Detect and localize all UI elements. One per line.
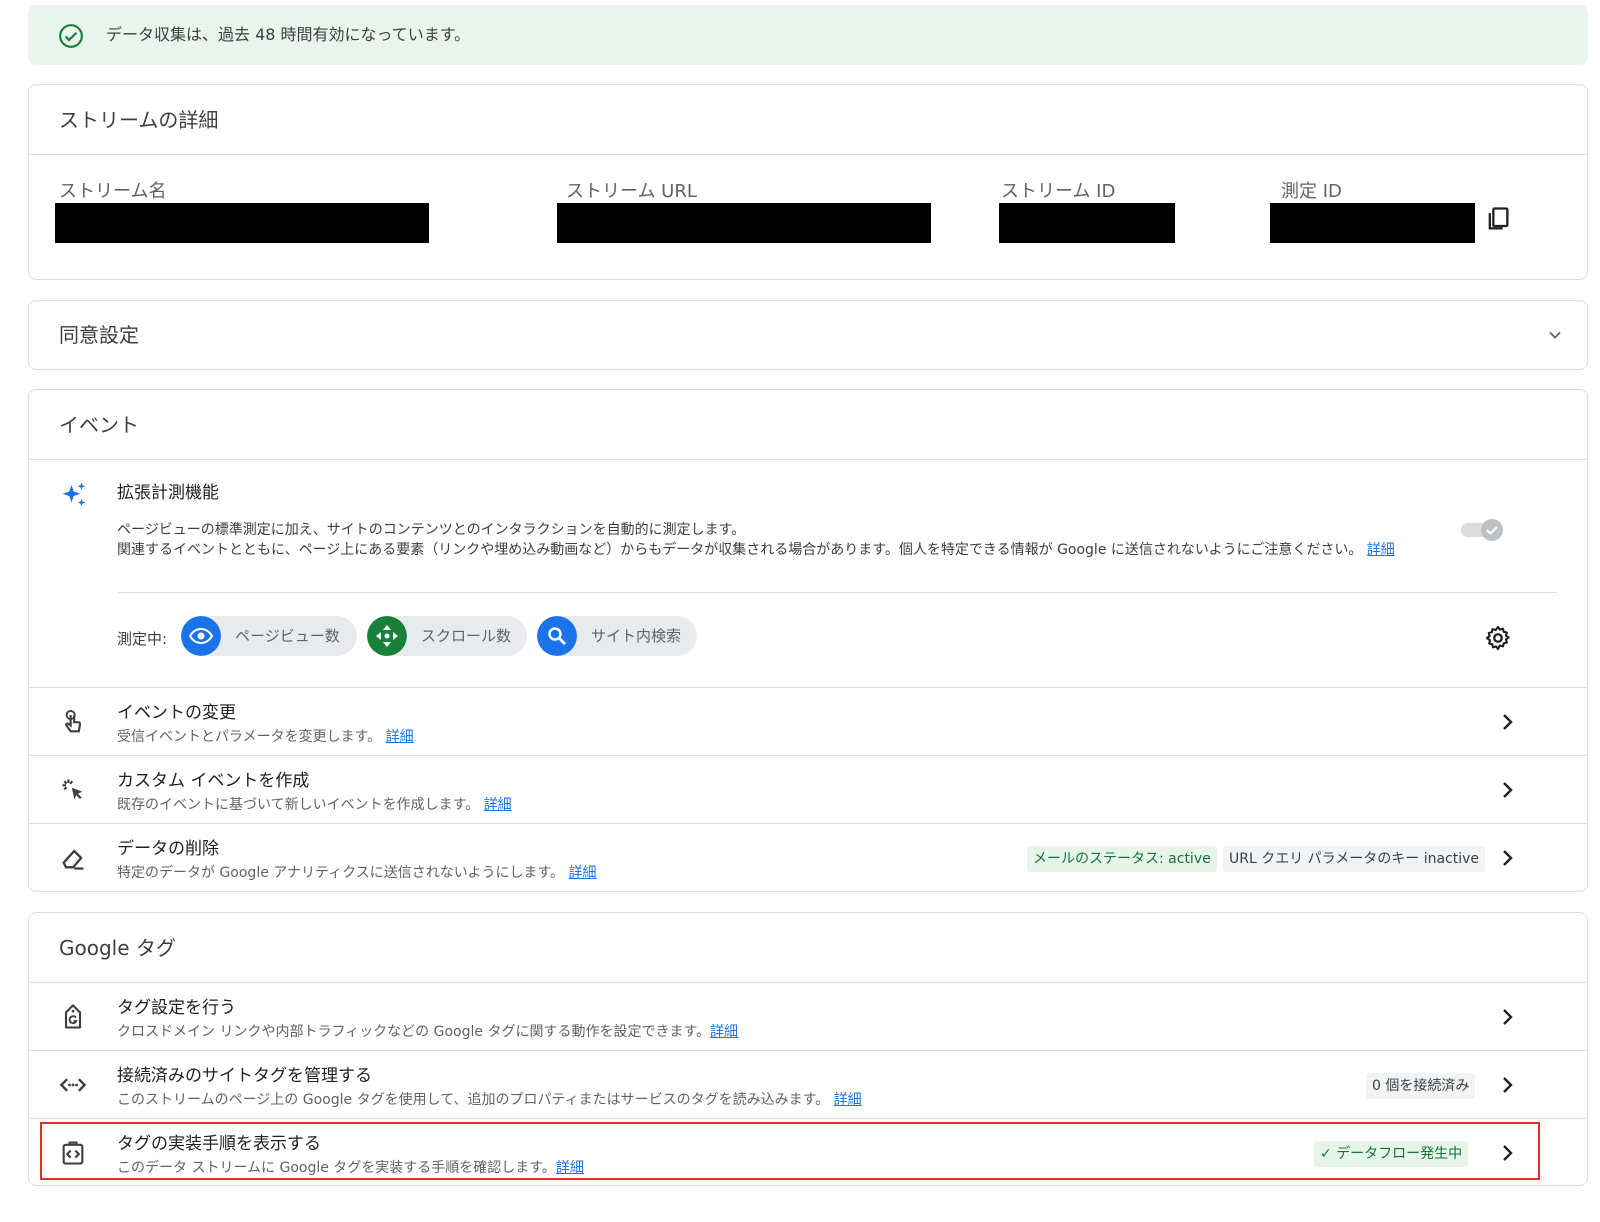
measurement-id-label: 測定 ID <box>1281 181 1342 202</box>
modify-events-row[interactable]: イベントの変更 受信イベントとパラメータを変更します。 詳細 <box>29 688 1587 756</box>
events-title: イベント <box>29 390 1587 460</box>
google-tag-icon <box>64 1004 82 1029</box>
chip-site-search: サイト内検索 <box>537 616 697 656</box>
create-custom-event-desc-text: 既存のイベントに基づいて新しいイベントを作成します。 <box>117 797 480 813</box>
chevron-right-icon[interactable] <box>1495 710 1519 734</box>
url-query-param-badge: URL クエリ パラメータのキー inactive <box>1223 846 1486 872</box>
view-tag-instructions-desc-text: このデータ ストリームに Google タグを実装する手順を確認します。 <box>117 1160 556 1176</box>
chevron-down-icon[interactable] <box>1545 325 1565 345</box>
search-icon <box>537 616 577 656</box>
touch-hand-icon <box>65 709 82 733</box>
eraser-icon <box>62 849 84 870</box>
manage-connected-site-tags-desc: このストリームのページ上の Google タグを使用して、追加のプロパティまたは… <box>117 1089 862 1109</box>
view-tag-instructions-title: タグの実装手順を表示する <box>117 1134 321 1154</box>
enhanced-learn-more-link[interactable]: 詳細 <box>1367 542 1395 558</box>
google-tag-card: Google タグ タグ設定を行う クロスドメイン リンクや内部トラフィックなど… <box>28 912 1588 1186</box>
code-arrows-icon <box>59 1078 87 1092</box>
scroll-arrows-icon <box>367 616 407 656</box>
status-banner: データ収集は、過去 48 時間有効になっています。 <box>28 5 1588 65</box>
data-redaction-desc: 特定のデータが Google アナリティクスに送信されないようにします。 詳細 <box>117 862 597 882</box>
stream-id-value-redacted <box>999 203 1175 243</box>
chip-page-views-label: ページビュー数 <box>235 627 340 645</box>
chip-page-views: ページビュー数 <box>181 616 357 656</box>
enhanced-measurement-section: 拡張計測機能 ページビューの標準測定に加え、サイトのコンテンツとのインタラクショ… <box>29 460 1587 688</box>
create-custom-event-title: カスタム イベントを作成 <box>117 771 310 791</box>
chip-scrolls-label: スクロール数 <box>421 627 512 645</box>
stream-name-value-redacted <box>55 203 429 243</box>
modify-events-learn-more-link[interactable]: 詳細 <box>386 729 414 745</box>
stream-url-label: ストリーム URL <box>566 181 697 202</box>
measurement-id-value-redacted <box>1270 203 1475 243</box>
modify-events-title: イベントの変更 <box>117 703 236 723</box>
enhanced-measurement-toggle[interactable] <box>1459 516 1507 544</box>
data-redaction-title: データの削除 <box>117 839 219 859</box>
stream-details-title: ストリームの詳細 <box>29 85 1587 155</box>
configure-tag-learn-more-link[interactable]: 詳細 <box>710 1024 738 1040</box>
stream-url-value-redacted <box>557 203 931 243</box>
create-custom-event-desc: 既存のイベントに基づいて新しいイベントを作成します。 詳細 <box>117 794 512 814</box>
copy-icon[interactable] <box>1484 205 1512 233</box>
view-tag-instructions-row[interactable]: タグの実装手順を表示する このデータ ストリームに Google タグを実装する… <box>29 1119 1587 1185</box>
enhanced-divider <box>117 592 1557 593</box>
modify-events-desc-text: 受信イベントとパラメータを変更します。 <box>117 729 382 745</box>
create-custom-event-learn-more-link[interactable]: 詳細 <box>484 797 512 813</box>
consent-title: 同意設定 <box>59 323 139 347</box>
configure-tag-title: タグ設定を行う <box>117 998 236 1018</box>
enhanced-measurement-description: ページビューの標準測定に加え、サイトのコンテンツとのインタラクションを自動的に測… <box>117 520 1477 560</box>
code-clipboard-icon <box>62 1141 84 1165</box>
view-tag-instructions-desc: このデータ ストリームに Google タグを実装する手順を確認します。詳細 <box>117 1157 584 1177</box>
enhanced-measurement-title: 拡張計測機能 <box>117 483 219 503</box>
email-status-badge: メールのステータス: active <box>1027 846 1217 872</box>
consent-settings-card[interactable]: 同意設定 <box>28 300 1588 370</box>
events-card: イベント 拡張計測機能 ページビューの標準測定に加え、サイトのコンテンツとのイン… <box>28 389 1588 892</box>
enhanced-desc-line1: ページビューの標準測定に加え、サイトのコンテンツとのインタラクションを自動的に測… <box>117 522 746 538</box>
configure-tag-desc: クロスドメイン リンクや内部トラフィックなどの Google タグに関する動作を… <box>117 1021 738 1041</box>
view-tag-instructions-learn-more-link[interactable]: 詳細 <box>556 1160 584 1176</box>
gear-icon[interactable] <box>1484 624 1512 652</box>
configure-tag-desc-text: クロスドメイン リンクや内部トラフィックなどの Google タグに関する動作を… <box>117 1024 711 1040</box>
banner-text: データ収集は、過去 48 時間有効になっています。 <box>106 25 471 44</box>
click-cursor-icon <box>62 779 83 800</box>
check-circle-icon <box>59 24 83 48</box>
check-icon: ✓ <box>1320 1146 1332 1162</box>
modify-events-desc: 受信イベントとパラメータを変更します。 詳細 <box>117 726 414 746</box>
chevron-right-icon[interactable] <box>1495 1005 1519 1029</box>
data-redaction-row[interactable]: データの削除 特定のデータが Google アナリティクスに送信されないようにし… <box>29 824 1587 891</box>
measuring-label: 測定中: <box>117 630 168 648</box>
chevron-right-icon[interactable] <box>1495 1141 1519 1165</box>
google-tag-title: Google タグ <box>29 913 1587 983</box>
sparkle-icon <box>62 482 86 507</box>
stream-id-label: ストリーム ID <box>1001 181 1116 202</box>
data-flowing-badge: ✓ データフロー発生中 <box>1314 1141 1469 1167</box>
manage-connected-site-tags-row[interactable]: 接続済みのサイトタグを管理する このストリームのページ上の Google タグを… <box>29 1051 1587 1119</box>
chevron-right-icon[interactable] <box>1495 778 1519 802</box>
configure-tag-row[interactable]: タグ設定を行う クロスドメイン リンクや内部トラフィックなどの Google タ… <box>29 983 1587 1051</box>
create-custom-event-row[interactable]: カスタム イベントを作成 既存のイベントに基づいて新しいイベントを作成します。 … <box>29 756 1587 824</box>
chevron-right-icon[interactable] <box>1495 846 1519 870</box>
data-flowing-badge-text: データフロー発生中 <box>1336 1146 1463 1162</box>
chip-site-search-label: サイト内検索 <box>591 627 682 645</box>
manage-connected-site-tags-desc-text: このストリームのページ上の Google タグを使用して、追加のプロパティまたは… <box>117 1092 830 1108</box>
eye-icon <box>181 616 221 656</box>
chip-scrolls: スクロール数 <box>367 616 527 656</box>
enhanced-desc-line2: 関連するイベントとともに、ページ上にある要素（リンクや埋め込み動画など）からもデ… <box>117 540 1477 560</box>
data-redaction-desc-text: 特定のデータが Google アナリティクスに送信されないようにします。 <box>117 865 565 881</box>
chevron-right-icon[interactable] <box>1495 1073 1519 1097</box>
stream-details-card: ストリームの詳細 ストリーム名 ストリーム URL ストリーム ID 測定 ID <box>28 84 1588 280</box>
stream-name-label: ストリーム名 <box>59 181 167 202</box>
data-redaction-learn-more-link[interactable]: 詳細 <box>569 865 597 881</box>
manage-connected-site-tags-learn-more-link[interactable]: 詳細 <box>834 1092 862 1108</box>
manage-connected-site-tags-title: 接続済みのサイトタグを管理する <box>117 1066 372 1086</box>
connected-count-badge: 0 個を接続済み <box>1366 1073 1476 1099</box>
enhanced-desc-line2-text: 関連するイベントとともに、ページ上にある要素（リンクや埋め込み動画など）からもデ… <box>117 542 1363 558</box>
